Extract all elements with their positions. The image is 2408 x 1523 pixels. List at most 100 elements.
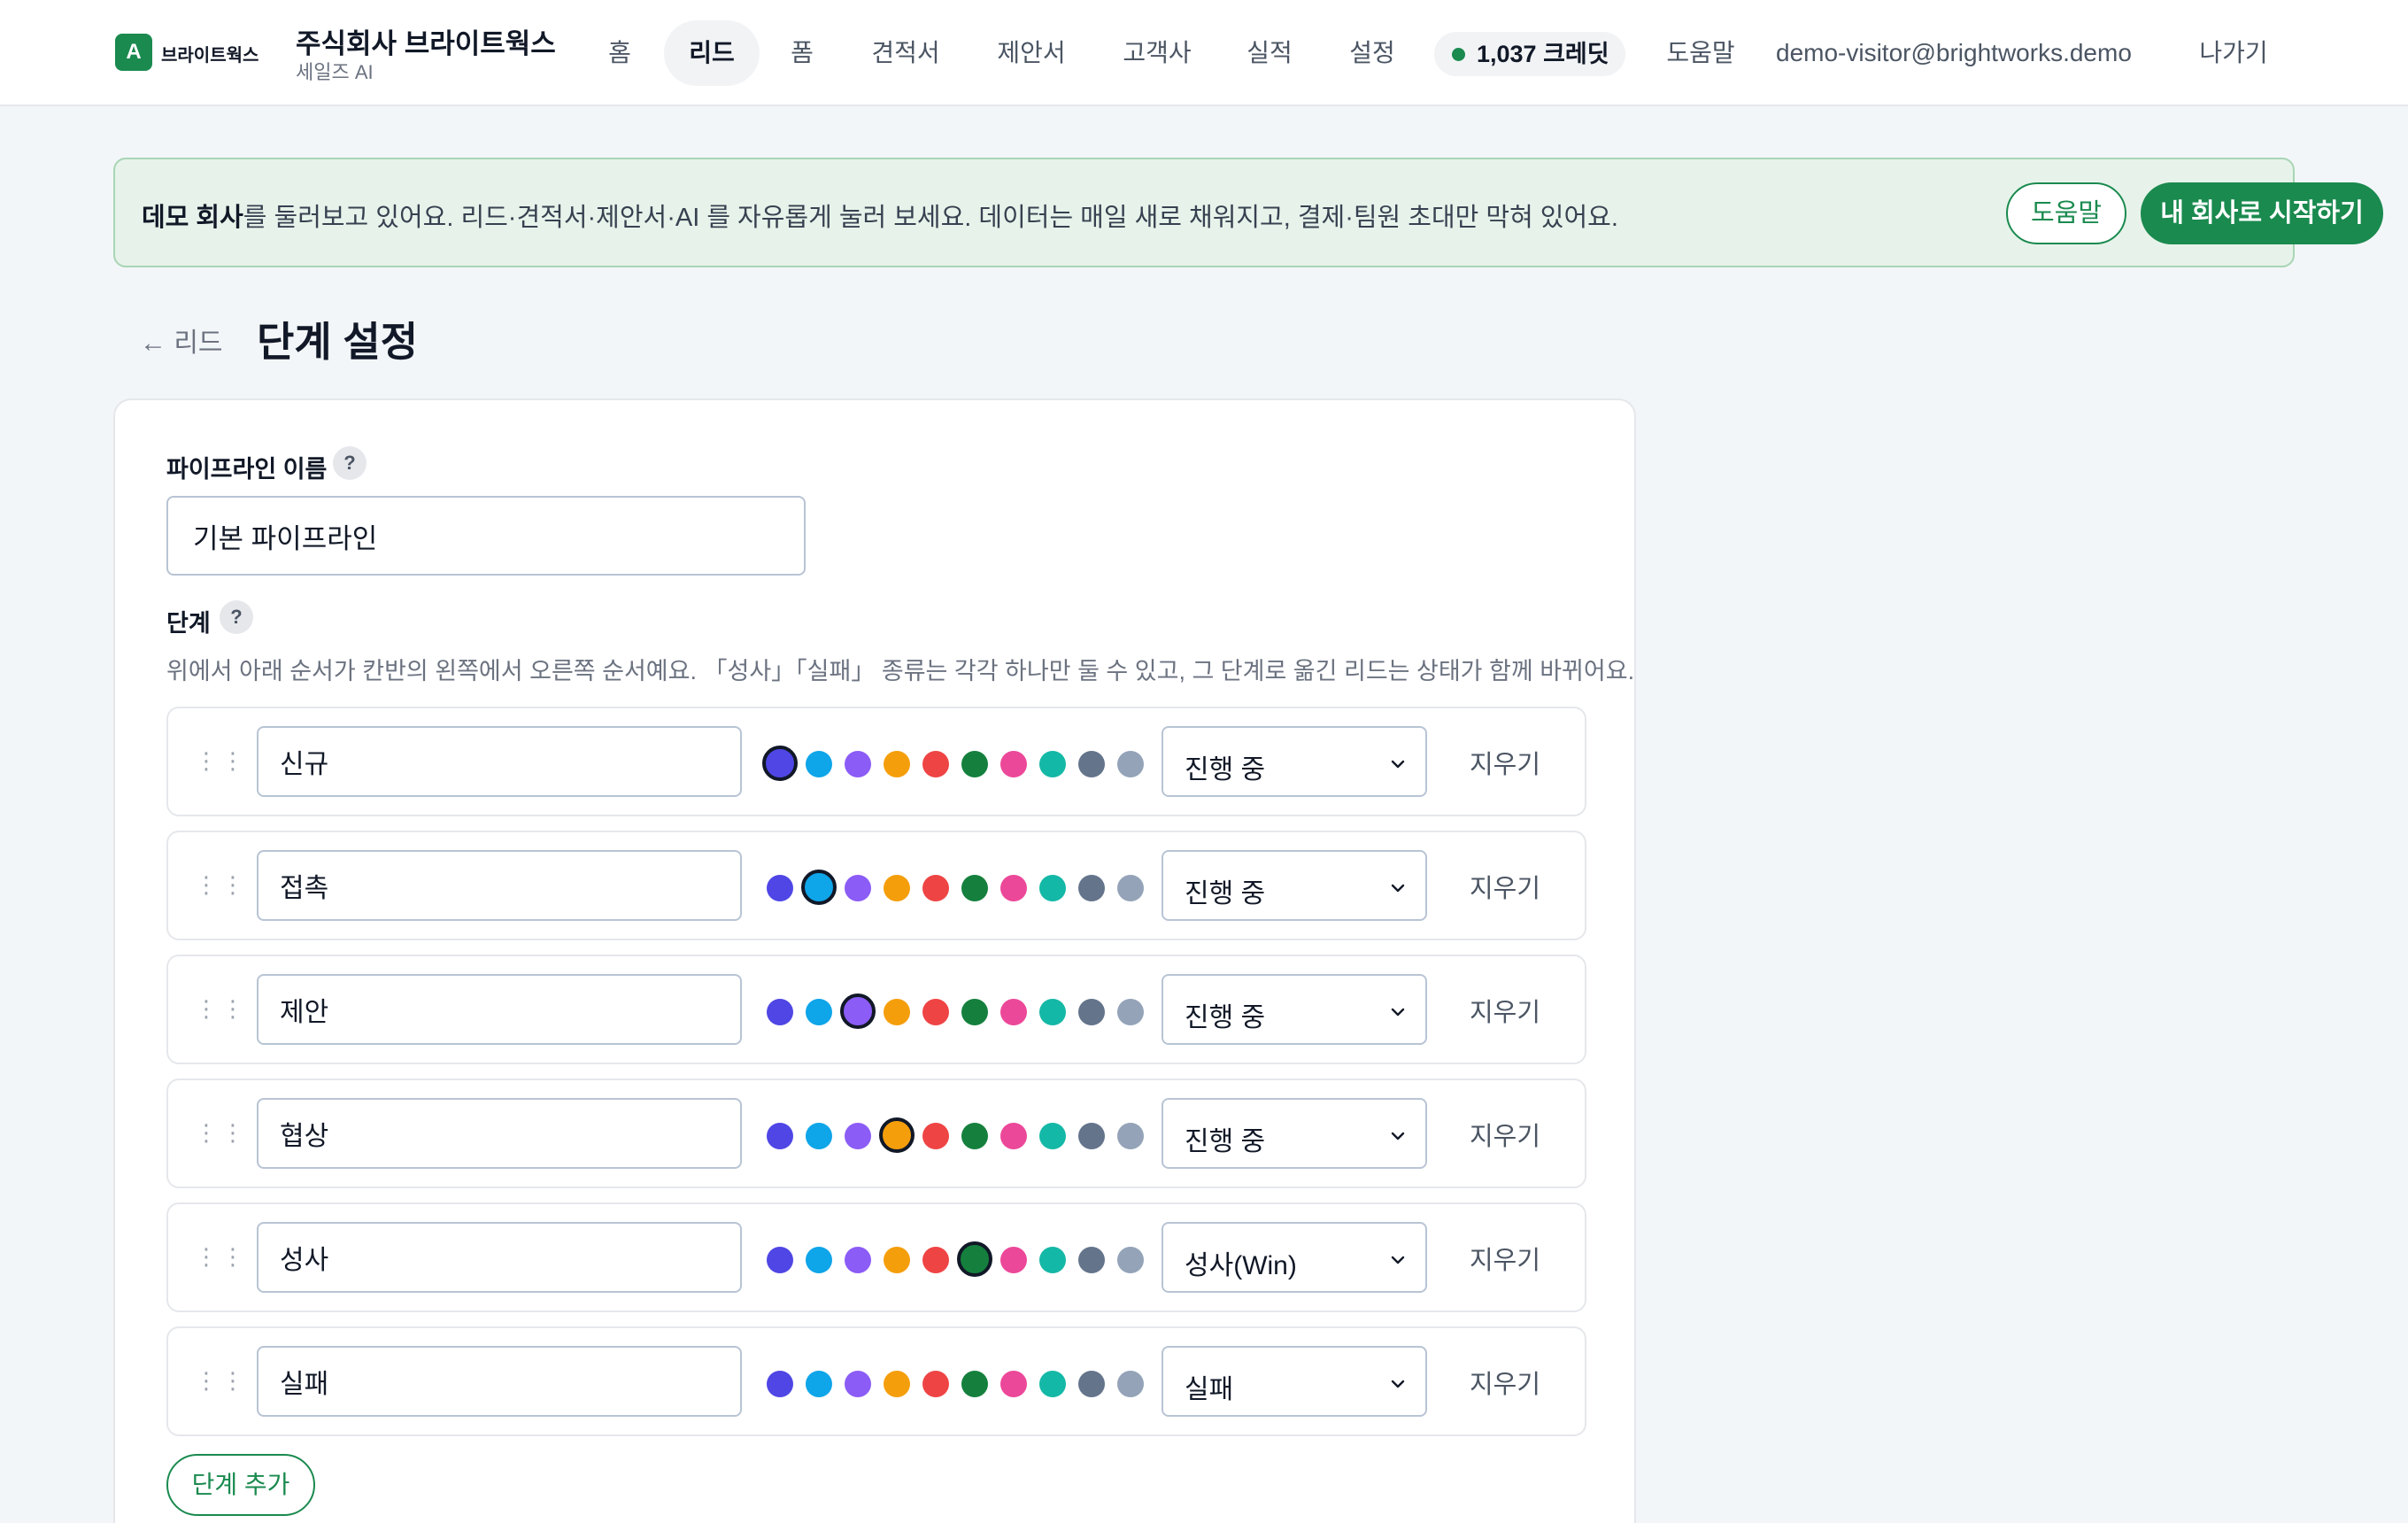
- stage-type-select[interactable]: 실패: [1162, 1346, 1427, 1417]
- color-swatch[interactable]: [957, 1241, 992, 1277]
- color-swatch[interactable]: [1000, 875, 1027, 901]
- stage-type-select[interactable]: 진행 중: [1162, 1098, 1427, 1169]
- color-swatch[interactable]: [806, 751, 832, 777]
- color-swatch[interactable]: [767, 1371, 793, 1397]
- color-swatch[interactable]: [961, 1371, 988, 1397]
- color-swatch[interactable]: [1078, 1371, 1105, 1397]
- drag-handle-icon[interactable]: ⋮⋮: [195, 747, 248, 775]
- nav-proposals[interactable]: 제안서: [984, 20, 1078, 86]
- pipeline-help-icon[interactable]: ?: [333, 446, 367, 480]
- stage-type-select[interactable]: 진행 중: [1162, 974, 1427, 1045]
- stage-name-input[interactable]: [257, 1222, 742, 1293]
- color-swatch[interactable]: [922, 1247, 949, 1273]
- nav-settings[interactable]: 설정: [1339, 20, 1406, 86]
- nav-customers[interactable]: 고객사: [1110, 20, 1204, 86]
- pipeline-name-input[interactable]: [166, 496, 806, 576]
- color-swatch[interactable]: [1078, 999, 1105, 1025]
- color-swatch[interactable]: [806, 1247, 832, 1273]
- color-swatch[interactable]: [884, 751, 910, 777]
- color-swatch[interactable]: [767, 999, 793, 1025]
- color-swatch[interactable]: [1117, 1371, 1144, 1397]
- color-swatch[interactable]: [1117, 999, 1144, 1025]
- stages-help-icon[interactable]: ?: [220, 600, 253, 634]
- color-swatch[interactable]: [845, 1371, 871, 1397]
- color-swatch[interactable]: [806, 1123, 832, 1149]
- color-swatch[interactable]: [922, 999, 949, 1025]
- delete-stage-button[interactable]: 지우기: [1470, 868, 1540, 905]
- color-swatch[interactable]: [1078, 1247, 1105, 1273]
- color-swatch[interactable]: [1039, 1123, 1066, 1149]
- color-swatch[interactable]: [1078, 751, 1105, 777]
- nav-quotes[interactable]: 견적서: [859, 20, 953, 86]
- color-swatch[interactable]: [1039, 751, 1066, 777]
- drag-handle-icon[interactable]: ⋮⋮: [195, 995, 248, 1023]
- start-own-company-button[interactable]: 내 회사로 시작하기: [2141, 182, 2383, 244]
- color-swatch[interactable]: [845, 751, 871, 777]
- color-swatch[interactable]: [845, 875, 871, 901]
- add-stage-button[interactable]: 단계 추가: [166, 1454, 315, 1516]
- stage-name-input[interactable]: [257, 974, 742, 1045]
- color-swatch[interactable]: [922, 1123, 949, 1149]
- color-swatch[interactable]: [767, 1247, 793, 1273]
- color-swatch[interactable]: [767, 875, 793, 901]
- color-swatch[interactable]: [1117, 1123, 1144, 1149]
- color-swatch[interactable]: [1039, 1247, 1066, 1273]
- color-swatch[interactable]: [961, 1123, 988, 1149]
- color-swatch[interactable]: [1000, 1247, 1027, 1273]
- stage-type-select[interactable]: 성사(Win): [1162, 1222, 1427, 1293]
- stage-name-input[interactable]: [257, 850, 742, 921]
- color-swatch[interactable]: [884, 1371, 910, 1397]
- back-to-leads-link[interactable]: ← 리드: [140, 321, 223, 359]
- logout-link[interactable]: 나가기: [2194, 20, 2273, 86]
- color-swatch[interactable]: [961, 751, 988, 777]
- color-swatch[interactable]: [845, 1123, 871, 1149]
- drag-handle-icon[interactable]: ⋮⋮: [195, 1243, 248, 1271]
- color-swatch[interactable]: [1039, 999, 1066, 1025]
- stage-name-input[interactable]: [257, 726, 742, 797]
- color-swatch[interactable]: [922, 875, 949, 901]
- nav-home[interactable]: 홈: [598, 20, 641, 86]
- stage-type-select[interactable]: 진행 중: [1162, 850, 1427, 921]
- color-swatch[interactable]: [1039, 1371, 1066, 1397]
- color-swatch[interactable]: [961, 999, 988, 1025]
- banner-help-button[interactable]: 도움말: [2006, 182, 2126, 244]
- color-swatch[interactable]: [1117, 875, 1144, 901]
- stage-name-input[interactable]: [257, 1098, 742, 1169]
- drag-handle-icon[interactable]: ⋮⋮: [195, 1119, 248, 1147]
- color-swatch[interactable]: [884, 875, 910, 901]
- color-swatch[interactable]: [1078, 1123, 1105, 1149]
- user-email[interactable]: demo-visitor@brightworks.demo: [1776, 20, 2132, 86]
- color-swatch[interactable]: [1039, 875, 1066, 901]
- color-swatch[interactable]: [801, 870, 837, 905]
- color-swatch[interactable]: [1078, 875, 1105, 901]
- color-swatch[interactable]: [961, 875, 988, 901]
- color-swatch[interactable]: [1000, 1371, 1027, 1397]
- delete-stage-button[interactable]: 지우기: [1470, 1364, 1540, 1401]
- color-swatch[interactable]: [922, 1371, 949, 1397]
- delete-stage-button[interactable]: 지우기: [1470, 1116, 1540, 1153]
- color-swatch[interactable]: [1000, 751, 1027, 777]
- nav-help[interactable]: 도움말: [1661, 20, 1740, 86]
- stage-type-select[interactable]: 진행 중: [1162, 726, 1427, 797]
- color-swatch[interactable]: [922, 751, 949, 777]
- credit-badge[interactable]: 1,037 크레딧: [1434, 32, 1625, 76]
- nav-forms[interactable]: 폼: [781, 20, 823, 86]
- nav-performance[interactable]: 실적: [1236, 20, 1303, 86]
- color-swatch[interactable]: [767, 1123, 793, 1149]
- stage-name-input[interactable]: [257, 1346, 742, 1417]
- delete-stage-button[interactable]: 지우기: [1470, 992, 1540, 1029]
- logo-icon[interactable]: A: [115, 34, 152, 71]
- nav-leads[interactable]: 리드: [664, 20, 760, 86]
- logo-text[interactable]: 브라이트웍스: [161, 41, 259, 66]
- color-swatch[interactable]: [1117, 751, 1144, 777]
- drag-handle-icon[interactable]: ⋮⋮: [195, 871, 248, 899]
- color-swatch[interactable]: [1000, 999, 1027, 1025]
- color-swatch[interactable]: [1117, 1247, 1144, 1273]
- color-swatch[interactable]: [1000, 1123, 1027, 1149]
- color-swatch[interactable]: [840, 993, 876, 1029]
- color-swatch[interactable]: [806, 999, 832, 1025]
- color-swatch[interactable]: [806, 1371, 832, 1397]
- color-swatch[interactable]: [884, 1247, 910, 1273]
- delete-stage-button[interactable]: 지우기: [1470, 1240, 1540, 1277]
- drag-handle-icon[interactable]: ⋮⋮: [195, 1367, 248, 1395]
